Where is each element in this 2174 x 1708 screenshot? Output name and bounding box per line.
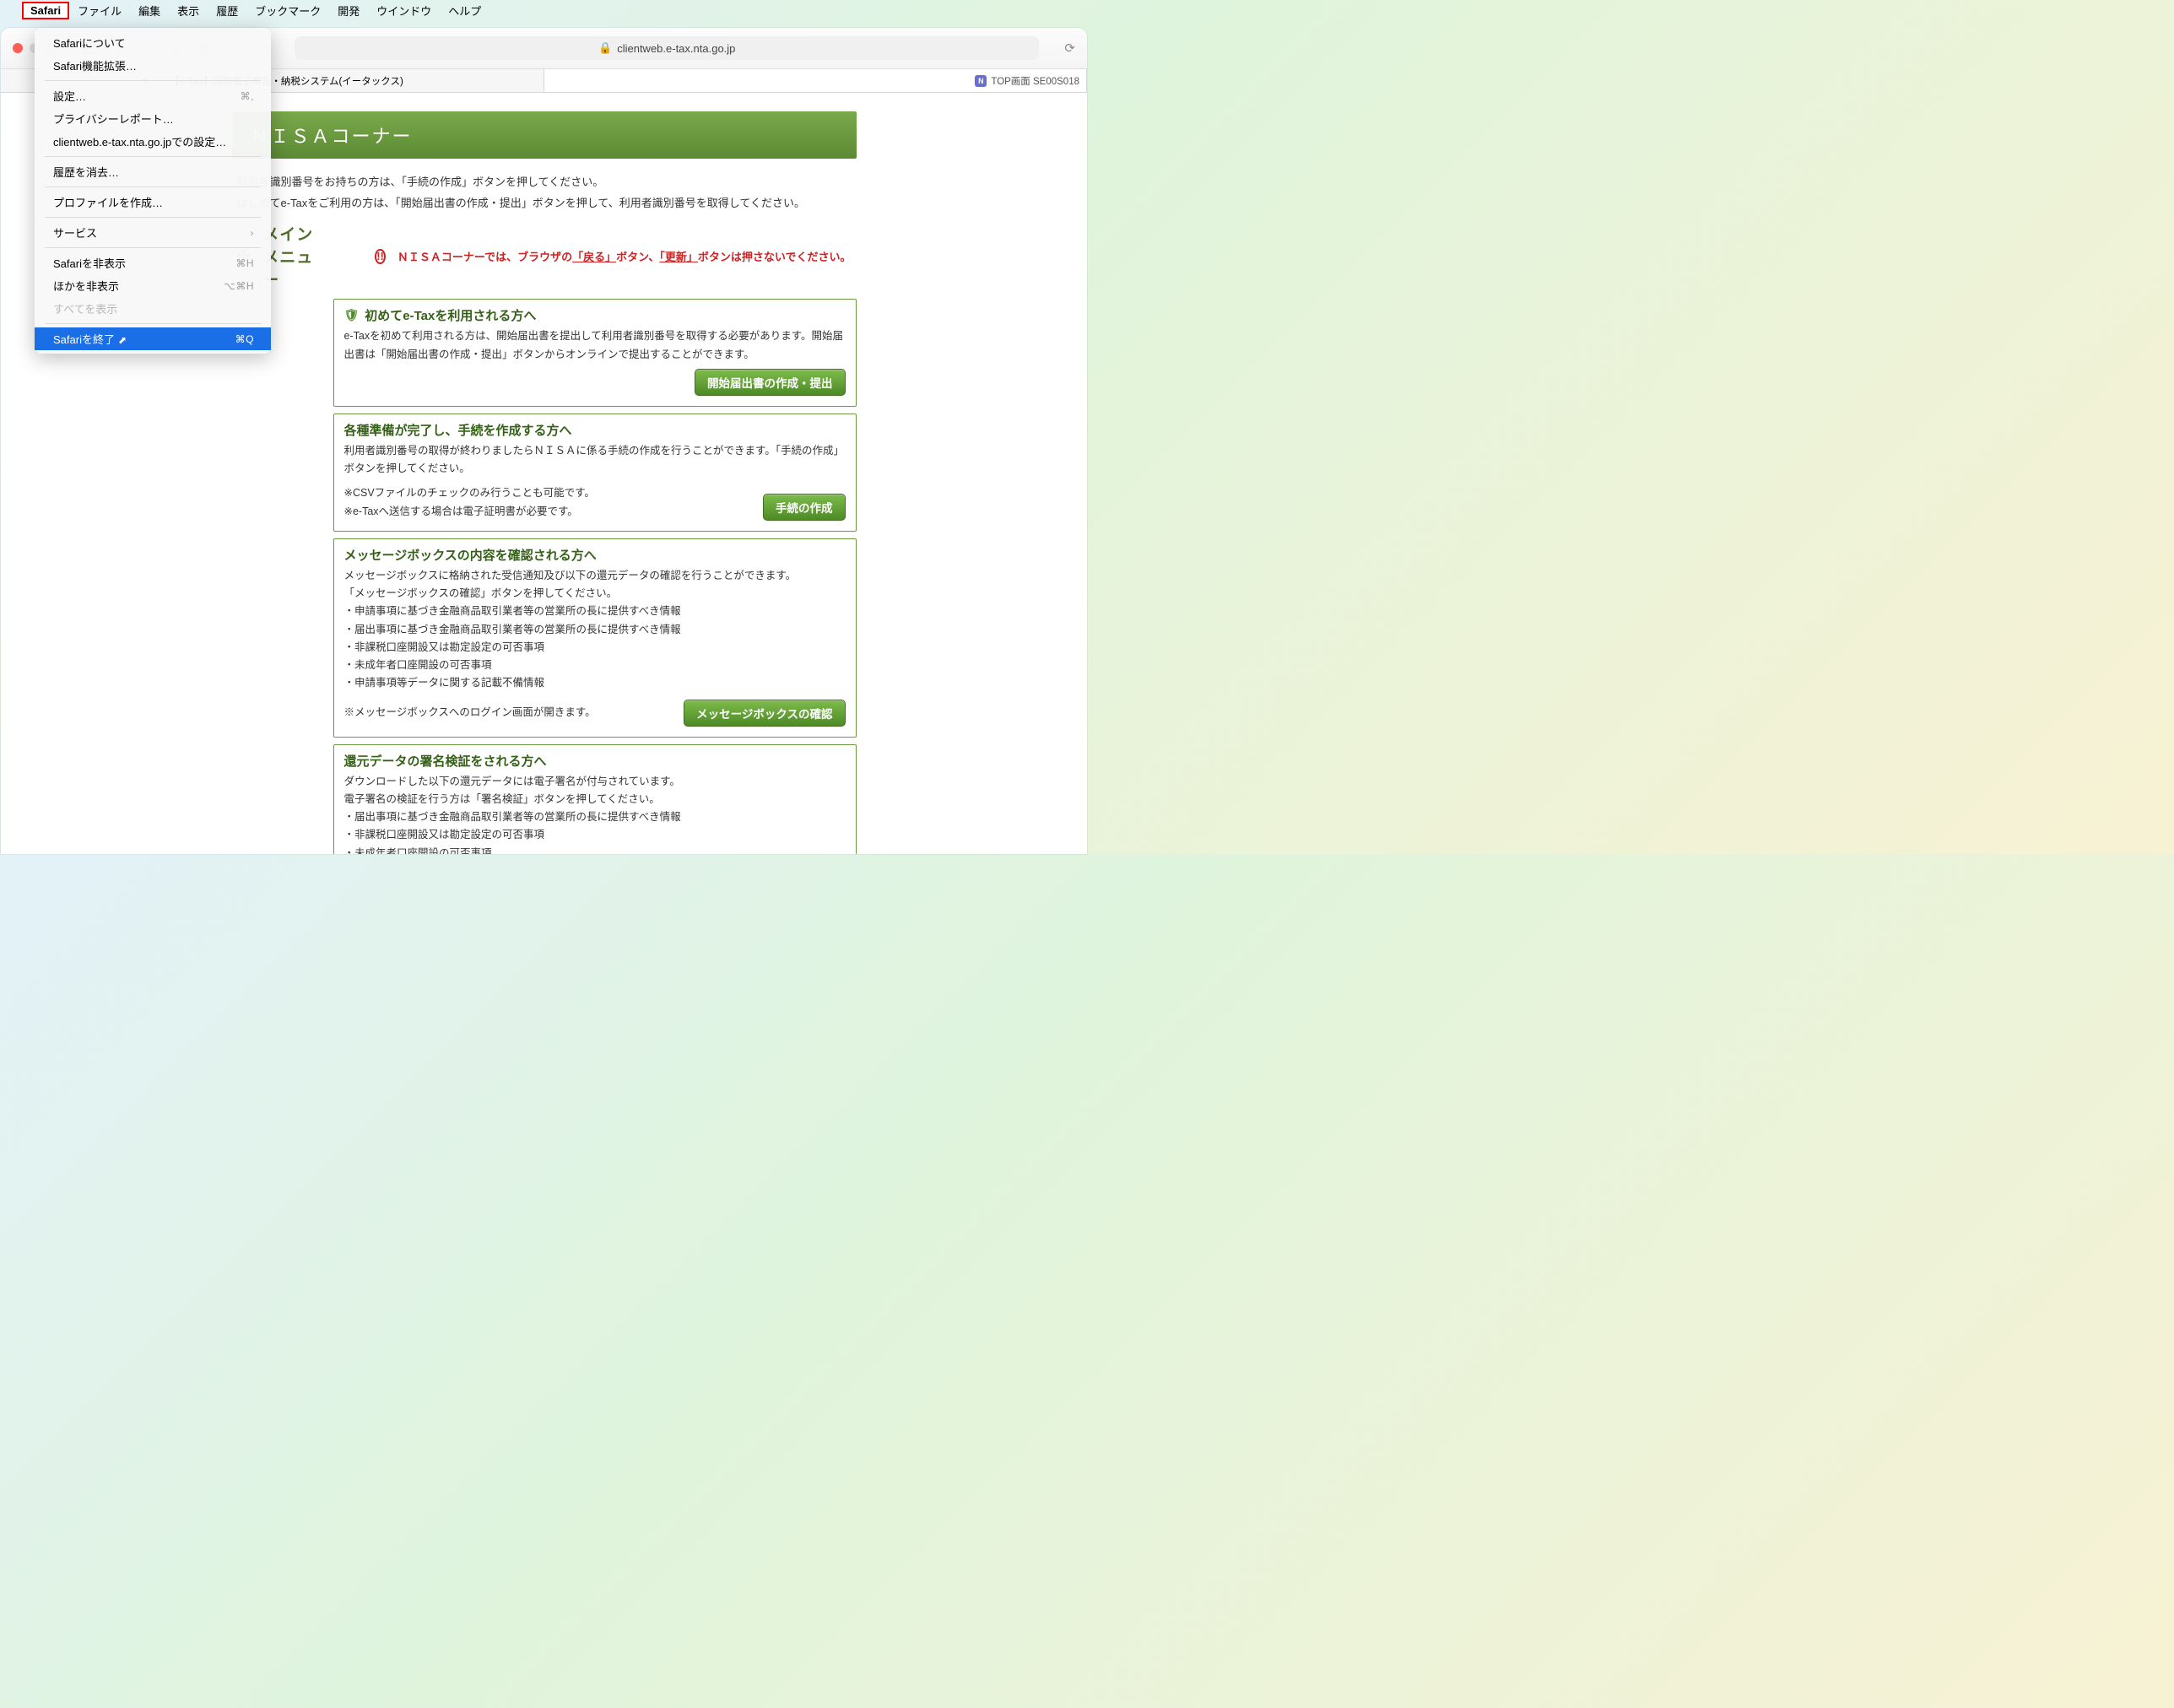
menu-view[interactable]: 表示	[169, 0, 208, 21]
shortcut-label: ⌘H	[235, 257, 254, 269]
menu-develop[interactable]: 開発	[329, 0, 368, 21]
start-notification-button[interactable]: 開始届出書の作成・提出	[695, 369, 846, 396]
c3-body: メッセージボックスに格納された受信通知及び以下の還元データの確認を行うことができ…	[344, 567, 846, 585]
address-host: clientweb.e-tax.nta.go.jp	[617, 42, 735, 55]
menu-quit-safari[interactable]: Safariを終了⬈ ⌘Q	[35, 327, 271, 350]
c1-body: e-Taxを初めて利用される方は、開始届出書を提出して利用者識別番号を取得する必…	[344, 327, 846, 364]
menu-hide-others[interactable]: ほかを非表示⌥⌘H	[35, 274, 271, 297]
card-signature-verify: 還元データの署名検証をされる方へ ダウンロードした以下の還元データには電子署名が…	[333, 744, 857, 854]
menu-show-all: すべてを表示	[35, 297, 271, 320]
card-create-procedure: 各種準備が完了し、手続を作成する方へ 利用者識別番号の取得が終わりましたらＮＩＳ…	[333, 413, 857, 532]
tab-nisa-top[interactable]: N TOP画面 SE00S018	[544, 69, 1088, 92]
cursor-icon: ⬈	[118, 334, 127, 346]
c3-note: ※メッセージボックスへのログイン画面が開きます。	[344, 704, 676, 722]
warning-text: ＮＩＳＡコーナーでは、ブラウザの「戻る」ボタン、「更新」ボタンは押さないでくださ…	[397, 248, 852, 264]
reload-icon[interactable]: ⟳	[1064, 41, 1075, 56]
c4-l2: ・届出事項に基づき金融商品取引業者等の営業所の長に提供すべき情報	[344, 808, 846, 826]
instr-line1: 利用者識別番号をお持ちの方は、「手続の作成」ボタンを押してください。	[237, 172, 852, 193]
main-menu-header: ✤ メインメニュー !! ＮＩＳＡコーナーでは、ブラウザの「戻る」ボタン、「更新…	[232, 222, 857, 299]
create-procedure-button[interactable]: 手続の作成	[763, 494, 846, 521]
c3-l4: ・非課税口座開設又は勘定設定の可否事項	[344, 639, 846, 657]
menu-help[interactable]: ヘルプ	[440, 0, 489, 21]
card-message-box: メッセージボックスの内容を確認される方へ メッセージボックスに格納された受信通知…	[333, 538, 857, 738]
c3-l1: 「メッセージボックスの確認」ボタンを押してください。	[344, 585, 846, 603]
menu-about-safari[interactable]: Safariについて	[35, 31, 271, 54]
menu-safari[interactable]: Safari	[22, 2, 69, 19]
menu-site-settings[interactable]: clientweb.e-tax.nta.go.jpでの設定…	[35, 130, 271, 153]
shortcut-label: ⌘Q	[235, 333, 254, 345]
c4-l4: ・未成年者口座開設の可否事項	[344, 845, 846, 854]
shortcut-label: ⌘,	[241, 90, 254, 102]
menu-clear-history[interactable]: 履歴を消去…	[35, 160, 271, 183]
menu-services[interactable]: サービス›	[35, 221, 271, 244]
c2-note2: ※e-Taxへ送信する場合は電子証明書が必要です。	[344, 503, 754, 521]
leaf-icon: 🛡	[344, 308, 360, 322]
tab2-title: TOP画面 SE00S018	[991, 74, 1079, 88]
main-menu-title: メインメニュー	[262, 222, 326, 290]
c2-title: 各種準備が完了し、手続を作成する方へ	[344, 421, 572, 439]
c4-body: ダウンロードした以下の還元データには電子署名が付与されています。	[344, 773, 846, 791]
lock-icon: 🔒	[598, 41, 612, 55]
c4-title: 還元データの署名検証をされる方へ	[344, 752, 547, 770]
menu-settings[interactable]: 設定…⌘,	[35, 84, 271, 107]
menubar: Safari ファイル 編集 表示 履歴 ブックマーク 開発 ウインドウ ヘルプ	[0, 0, 1087, 20]
chevron-right-icon: ›	[251, 227, 255, 239]
c2-note1: ※CSVファイルのチェックのみ行うことも可能です。	[344, 484, 754, 502]
menu-window[interactable]: ウインドウ	[368, 0, 440, 21]
card-first-time: 🛡 初めてe-Taxを利用される方へ e-Taxを初めて利用される方は、開始届出書…	[333, 299, 857, 407]
c3-l2: ・申請事項に基づき金融商品取引業者等の営業所の長に提供すべき情報	[344, 603, 846, 620]
menu-bookmarks[interactable]: ブックマーク	[246, 0, 329, 21]
c3-l3: ・届出事項に基づき金融商品取引業者等の営業所の長に提供すべき情報	[344, 621, 846, 639]
c3-l6: ・申請事項等データに関する記載不備情報	[344, 674, 846, 692]
c4-l1: 電子署名の検証を行う方は「署名検証」ボタンを押してください。	[344, 791, 846, 808]
menu-edit[interactable]: 編集	[130, 0, 169, 21]
shortcut-label: ⌥⌘H	[224, 280, 254, 292]
instr-line2: はじめてe-Taxをご利用の方は、「開始届出書の作成・提出」ボタンを押して、利用…	[237, 193, 852, 214]
menu-create-profile[interactable]: プロファイルを作成…	[35, 191, 271, 214]
safari-menu-dropdown: Safariについて Safari機能拡張… 設定…⌘, プライバシーレポート……	[35, 28, 271, 354]
c3-title: メッセージボックスの内容を確認される方へ	[344, 546, 597, 564]
c1-title: 初めてe-Taxを利用される方へ	[365, 306, 536, 324]
page-banner: ＮＩＳＡコーナー	[232, 111, 857, 159]
menu-history[interactable]: 履歴	[208, 0, 246, 21]
favicon-icon: N	[975, 75, 987, 87]
menu-privacy-report[interactable]: プライバシーレポート…	[35, 107, 271, 130]
message-box-button[interactable]: メッセージボックスの確認	[684, 700, 845, 727]
menu-hide-safari[interactable]: Safariを非表示⌘H	[35, 251, 271, 274]
menu-extensions[interactable]: Safari機能拡張…	[35, 54, 271, 77]
c2-body: 利用者識別番号の取得が終わりましたらＮＩＳＡに係る手続の作成を行うことができます…	[344, 442, 846, 478]
address-bar[interactable]: 🔒 clientweb.e-tax.nta.go.jp	[295, 36, 1039, 60]
menu-file[interactable]: ファイル	[69, 0, 130, 21]
instructions: 利用者識別番号をお持ちの方は、「手続の作成」ボタンを押してください。 はじめてe…	[232, 159, 857, 222]
c4-l3: ・非課税口座開設又は勘定設定の可否事項	[344, 826, 846, 844]
c3-l5: ・未成年者口座開設の可否事項	[344, 657, 846, 674]
warning-icon: !!	[375, 249, 386, 264]
